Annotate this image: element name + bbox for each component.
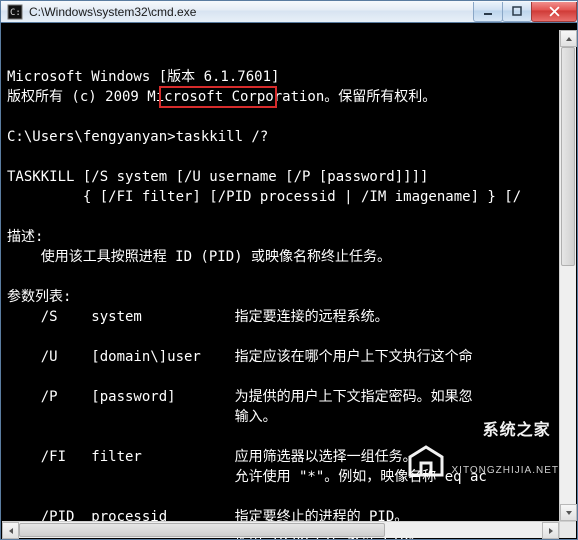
console-line: { [/FI filter] [/PID processid | /IM ima… <box>7 187 571 207</box>
cmd-window: C: C:\Windows\system32\cmd.exe Microsoft… <box>0 0 578 540</box>
console-line <box>7 487 571 507</box>
size-grip[interactable] <box>559 521 576 538</box>
scroll-up-button[interactable] <box>560 30 577 47</box>
console-line: /P [password] 为提供的用户上下文指定密码。如果忽 <box>7 387 571 407</box>
console-line: TASKKILL [/S system [/U username [/P [pa… <box>7 167 571 187</box>
console-line <box>7 427 571 447</box>
svg-text:C:: C: <box>10 8 21 18</box>
console-line <box>7 147 571 167</box>
console-line: 允许使用 "*"。例如，映像名称 eq ac <box>7 467 571 487</box>
console-output[interactable]: Microsoft Windows [版本 6.1.7601]版权所有 (c) … <box>1 23 577 539</box>
console-line: /FI filter 应用筛选器以选择一组任务。 <box>7 447 571 467</box>
console-line: 输入。 <box>7 407 571 427</box>
close-button[interactable] <box>531 2 577 22</box>
console-line: /S system 指定要连接的远程系统。 <box>7 307 571 327</box>
horizontal-scroll-thumb[interactable] <box>19 523 385 537</box>
console-line: C:\Users\fengyanyan>taskkill /? <box>7 127 571 147</box>
console-line: 参数列表: <box>7 287 571 307</box>
scroll-left-button[interactable] <box>2 522 19 539</box>
vertical-scrollbar[interactable] <box>559 30 576 521</box>
horizontal-scrollbar[interactable] <box>2 521 559 538</box>
vertical-scroll-thumb[interactable] <box>561 47 575 266</box>
console-line <box>7 267 571 287</box>
console-line: 使用该工具按照进程 ID (PID) 或映像名称终止任务。 <box>7 247 571 267</box>
console-line <box>7 107 571 127</box>
console-line: /U [domain\]user 指定应该在哪个用户上下文执行这个命 <box>7 347 571 367</box>
console-line <box>7 207 571 227</box>
scroll-right-button[interactable] <box>542 522 559 539</box>
window-buttons <box>474 2 577 22</box>
console-line <box>7 367 571 387</box>
cmd-icon: C: <box>7 4 23 20</box>
console-line <box>7 327 571 347</box>
console-line: 版权所有 (c) 2009 Microsoft Corporation。保留所有… <box>7 87 571 107</box>
vertical-scroll-track[interactable] <box>560 47 576 504</box>
maximize-button[interactable] <box>502 2 532 22</box>
horizontal-scroll-track[interactable] <box>19 522 542 538</box>
titlebar[interactable]: C: C:\Windows\system32\cmd.exe <box>1 1 577 23</box>
console-line: 描述: <box>7 227 571 247</box>
window-title: C:\Windows\system32\cmd.exe <box>29 5 474 19</box>
minimize-button[interactable] <box>473 2 503 22</box>
console-line: Microsoft Windows [版本 6.1.7601] <box>7 67 571 87</box>
scroll-down-button[interactable] <box>560 504 577 521</box>
